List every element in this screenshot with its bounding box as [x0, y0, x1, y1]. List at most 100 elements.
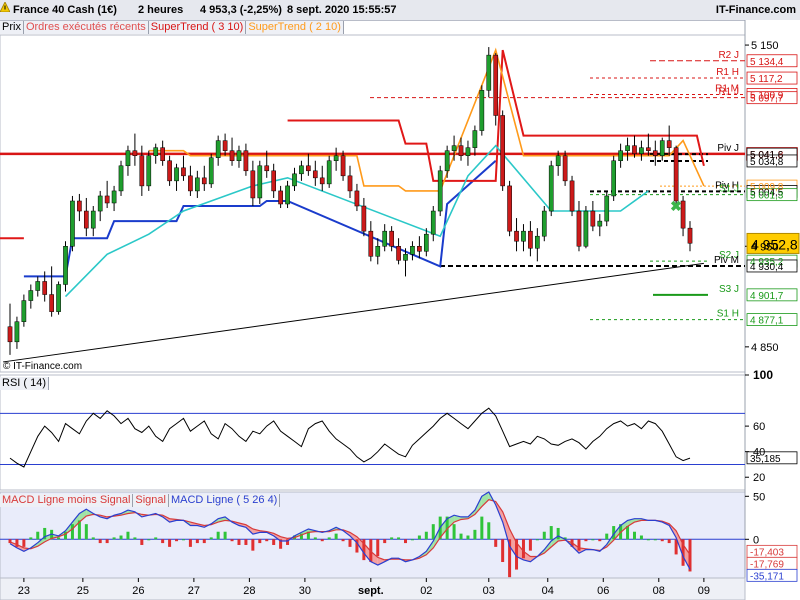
rsi-panel	[0, 374, 746, 491]
macd-hist-bar	[29, 537, 33, 540]
candle	[132, 150, 138, 156]
macd-hist-bar	[549, 526, 553, 540]
rsi-title[interactable]: RSI ( 14)	[0, 377, 50, 390]
macd-legend-signal[interactable]: Signal	[133, 494, 169, 507]
level-label: R1 H	[716, 67, 739, 78]
macd-hist-bar	[605, 533, 609, 540]
candle	[652, 150, 658, 156]
macd-value: -35,171	[750, 571, 784, 582]
candle	[569, 180, 575, 212]
time-tick-label: 08	[653, 585, 665, 597]
macd-hist-bar	[459, 533, 463, 540]
macd-hist-bar	[598, 539, 602, 542]
chart-window: France 40 Cash (1€) 2 heures 4 953,3 (-2…	[0, 0, 800, 600]
macd-hist-bar	[521, 539, 525, 559]
candle	[195, 177, 200, 192]
macd-hist-bar	[376, 539, 380, 557]
candle	[639, 147, 644, 154]
level-value: 5 001,3	[750, 191, 784, 202]
candle	[562, 155, 568, 182]
candle	[666, 140, 672, 148]
macd-tick-label: 50	[753, 491, 765, 503]
candle	[271, 170, 277, 192]
candle	[368, 230, 374, 257]
macd-legend-line[interactable]: MACD Ligne ( 5 26 4)	[169, 494, 279, 507]
macd-hist-bar	[632, 531, 636, 540]
candle	[673, 147, 679, 202]
time-tick-label: 06	[597, 585, 609, 597]
macd-hist-bar	[320, 539, 324, 542]
level-value: 5 034,8	[750, 157, 784, 168]
candle	[264, 165, 270, 172]
macd-hist-bar	[584, 539, 588, 542]
macd-hist-bar	[653, 539, 657, 541]
macd-hist-bar	[15, 539, 19, 547]
candle	[541, 210, 547, 237]
candle	[583, 210, 589, 247]
macd-hist-bar	[334, 533, 338, 540]
macd-hist-bar	[313, 537, 317, 540]
candle	[375, 246, 381, 257]
candle	[396, 246, 401, 261]
macd-hist-bar	[181, 539, 185, 541]
candle	[444, 150, 450, 172]
candle	[604, 195, 610, 222]
candle	[306, 165, 311, 172]
time-tick-label: 30	[299, 585, 311, 597]
candle	[278, 190, 283, 205]
candle	[21, 300, 27, 322]
macd-hist-bar	[556, 527, 560, 540]
level-value: 4 877,1	[750, 316, 784, 327]
macd-hist-bar	[22, 539, 26, 547]
time-tick-label: 03	[483, 585, 495, 597]
candle	[528, 230, 533, 249]
candle	[181, 167, 186, 177]
level-label: S1 J	[719, 184, 739, 195]
macd-hist-bar	[168, 539, 172, 547]
macd-hist-bar	[188, 539, 192, 547]
candle	[42, 281, 48, 295]
candle	[493, 54, 499, 116]
candle	[97, 195, 103, 212]
macd-hist-bar	[36, 531, 40, 540]
macd-value: -17,403	[750, 547, 784, 558]
candle	[472, 130, 478, 148]
macd-hist-bar	[466, 535, 470, 540]
macd-hist-bar	[195, 539, 199, 544]
macd-hist-bar	[84, 524, 88, 540]
macd-value: -17,769	[750, 559, 784, 570]
candle	[118, 165, 124, 192]
macd-hist-bar	[251, 539, 255, 551]
macd-hist-bar	[542, 531, 546, 540]
candle	[597, 220, 603, 227]
level-label: Piv M	[714, 255, 739, 266]
macd-hist-bar	[660, 539, 664, 542]
candle	[430, 210, 436, 235]
macd-hist-bar	[417, 535, 421, 540]
macd-hist-bar	[327, 537, 331, 540]
rsi-tick-label: 20	[753, 472, 765, 484]
macd-hist-bar	[501, 539, 505, 563]
macd-hist-bar	[119, 535, 123, 540]
macd-hist-bar	[452, 524, 456, 540]
macd-hist-bar	[230, 539, 234, 542]
candle	[403, 254, 408, 261]
macd-hist-bar	[98, 539, 102, 544]
time-tick-label: 28	[243, 585, 255, 597]
candle	[153, 147, 159, 156]
level-value: 4 930,4	[750, 262, 784, 273]
macd-legend-hist[interactable]: MACD Ligne moins Signal	[0, 494, 134, 507]
candle	[521, 230, 526, 242]
candle	[618, 150, 623, 161]
rsi-tick-label: 100	[753, 368, 773, 382]
candle	[83, 210, 89, 229]
level-value: 5 134,4	[750, 57, 784, 68]
price-panel	[0, 34, 746, 373]
candle	[507, 185, 512, 232]
macd-hist-bar	[410, 539, 414, 541]
candle	[104, 195, 110, 204]
candle	[7, 326, 13, 343]
level-value: 5 097,7	[750, 94, 784, 105]
macd-hist-bar	[431, 524, 435, 540]
macd-hist-bar	[272, 539, 276, 545]
